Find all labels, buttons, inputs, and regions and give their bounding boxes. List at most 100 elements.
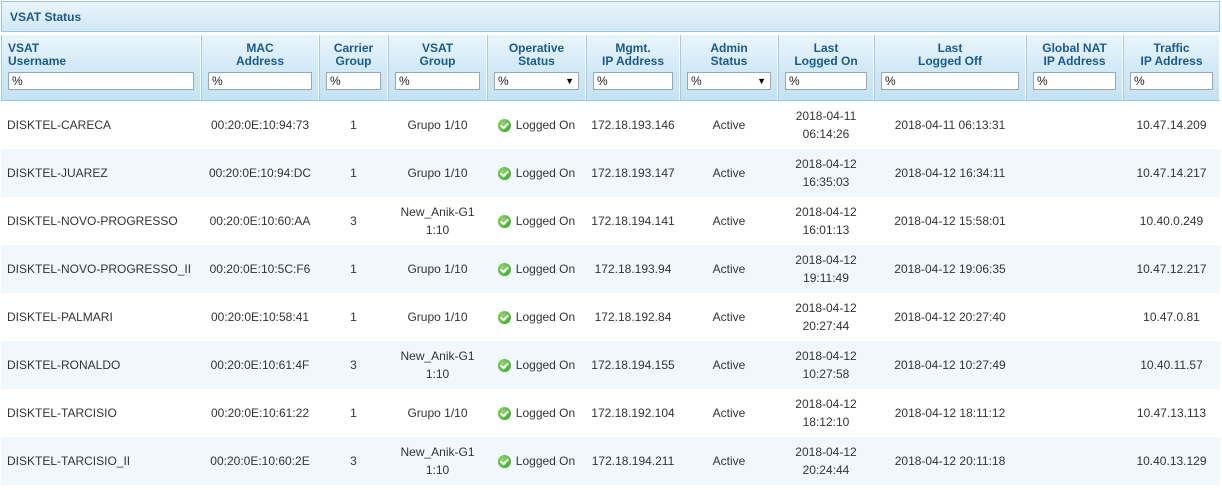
cell-text-mgmt: 172.18.192.84 (594, 310, 672, 324)
column-label-traffic: Traffic IP Address (1140, 41, 1203, 68)
panel-title: VSAT Status (1, 1, 1220, 32)
cell-text-mac: 00:20:0E:10:94:DC (208, 166, 312, 180)
table-row[interactable]: DISKTEL-TARCISIO 00:20:0E:10:61:22 1 Grupo … (1, 389, 1220, 437)
column-header-opstatus[interactable]: Operative Status% (487, 35, 586, 100)
check-circle-icon (497, 166, 511, 180)
filter-input-mgmt[interactable]: % (593, 72, 673, 90)
cell-laston: 2018-04-12 20:27:44 (778, 293, 874, 341)
operative-status-text: Logged On (515, 406, 576, 420)
cell-lastoff: 2018-04-12 16:34:11 (874, 149, 1026, 197)
cell-username: DISKTEL-PALMARI (1, 293, 207, 341)
cell-text-username: DISKTEL-JUAREZ (7, 166, 108, 180)
cell-vgroup: New_Anik-G1 1:10 (388, 197, 487, 245)
check-circle-icon (497, 310, 511, 324)
column-label-lastoff: Last Logged Off (918, 41, 982, 68)
cell-username: DISKTEL-NOVO-PROGRESSO_II (1, 245, 207, 293)
table-row[interactable]: DISKTEL-RONALDO 00:20:0E:10:61:4F 3 New_Ani… (1, 341, 1220, 389)
cell-text-carrier: 1 (350, 118, 357, 132)
filter-input-traffic[interactable]: % (1130, 72, 1213, 90)
column-label-carrier: Carrier Group (333, 41, 374, 68)
cell-text-username: DISKTEL-TARCISIO_II (7, 454, 131, 468)
table-row[interactable]: DISKTEL-NOVO-PROGRESSO_II 00:20:0E:10:5C:… (1, 245, 1220, 293)
column-header-lastoff[interactable]: Last Logged Off% (874, 35, 1026, 100)
filter-input-laston[interactable]: % (785, 72, 867, 90)
cell-text-username: DISKTEL-RONALDO (7, 358, 121, 372)
cell-mgmt: 172.18.193.94 (586, 245, 680, 293)
cell-nat (1026, 149, 1123, 197)
cell-text-mgmt: 172.18.193.94 (594, 262, 672, 276)
check-circle-icon (497, 214, 511, 228)
cell-carrier: 1 (319, 389, 388, 437)
cell-text-laston: 2018-04-11 06:14:26 (795, 109, 857, 141)
operative-status-text: Logged On (515, 358, 576, 372)
cell-vgroup: Grupo 1/10 (388, 149, 487, 197)
column-header-mgmt[interactable]: Mgmt. IP Address% (586, 35, 680, 100)
column-header-laston[interactable]: Last Logged On% (778, 35, 874, 100)
column-header-traffic[interactable]: Traffic IP Address% (1123, 35, 1220, 100)
cell-traffic: 10.40.11.57 (1123, 341, 1220, 389)
cell-traffic: 10.47.14.217 (1123, 149, 1220, 197)
column-label-mgmt: Mgmt. IP Address (601, 41, 665, 68)
column-header-mac[interactable]: MAC Address% (201, 35, 319, 100)
column-header-nat[interactable]: Global NAT IP Address% (1026, 35, 1123, 100)
column-header-username[interactable]: VSAT Username% (1, 35, 201, 100)
filter-select-opstatus[interactable]: % (494, 72, 579, 90)
column-header-carrier[interactable]: Carrier Group% (319, 35, 388, 100)
cell-text-mac: 00:20:0E:10:60:2E (210, 454, 310, 468)
cell-admin: Active (680, 293, 778, 341)
cell-admin: Active (680, 245, 778, 293)
check-circle-icon (497, 406, 511, 420)
filter-input-mac[interactable]: % (208, 72, 312, 90)
cell-text-mac: 00:20:0E:10:5C:F6 (209, 262, 311, 276)
column-header-admin[interactable]: Admin Status% (680, 35, 778, 100)
cell-mgmt: 172.18.193.147 (586, 149, 680, 197)
cell-vgroup: New_Anik-G1 1:10 (388, 341, 487, 389)
cell-mac: 00:20:0E:10:61:4F (201, 341, 319, 389)
cell-text-lastoff: 2018-04-12 19:06:35 (894, 262, 1006, 276)
column-label-vgroup: VSAT Group (419, 41, 456, 68)
filter-input-vgroup[interactable]: % (395, 72, 480, 90)
cell-mgmt: 172.18.193.146 (586, 101, 680, 149)
cell-text-admin: Active (712, 262, 746, 276)
cell-text-carrier: 3 (350, 358, 357, 372)
filter-input-carrier[interactable]: % (326, 72, 381, 90)
cell-username: DISKTEL-JUAREZ (1, 149, 207, 197)
cell-mgmt: 172.18.192.84 (586, 293, 680, 341)
cell-carrier: 3 (319, 197, 388, 245)
table-row[interactable]: DISKTEL-CARECA 00:20:0E:10:94:73 1 Grupo 1/… (1, 101, 1220, 149)
filter-input-lastoff[interactable]: % (881, 72, 1019, 90)
cell-text-laston: 2018-04-12 16:01:13 (795, 205, 857, 237)
cell-lastoff: 2018-04-12 10:27:49 (874, 341, 1026, 389)
cell-opstatus: Logged On (487, 197, 586, 245)
cell-mac: 00:20:0E:10:94:73 (201, 101, 319, 149)
filter-select-admin[interactable]: % (687, 72, 771, 90)
cell-mac: 00:20:0E:10:58:41 (201, 293, 319, 341)
cell-username: DISKTEL-TARCISIO_II (1, 437, 207, 485)
cell-traffic: 10.47.0.81 (1123, 293, 1220, 341)
cell-text-carrier: 1 (350, 310, 357, 324)
cell-text-vgroup: New_Anik-G1 1:10 (400, 205, 475, 237)
cell-text-username: DISKTEL-NOVO-PROGRESSO_II (7, 262, 192, 276)
cell-admin: Active (680, 101, 778, 149)
column-header-vgroup[interactable]: VSAT Group% (388, 35, 487, 100)
cell-opstatus: Logged On (487, 149, 586, 197)
cell-admin: Active (680, 197, 778, 245)
cell-text-carrier: 3 (350, 454, 357, 468)
column-label-nat: Global NAT IP Address (1042, 41, 1107, 68)
cell-text-mgmt: 172.18.192.104 (591, 406, 675, 420)
cell-text-username: DISKTEL-CARECA (7, 118, 112, 132)
cell-carrier: 1 (319, 245, 388, 293)
filter-input-nat[interactable]: % (1033, 72, 1116, 90)
table-row[interactable]: DISKTEL-NOVO-PROGRESSO 00:20:0E:10:60:AA 3… (1, 197, 1220, 245)
cell-laston: 2018-04-12 16:01:13 (778, 197, 874, 245)
table-row[interactable]: DISKTEL-PALMARI 00:20:0E:10:58:41 1 Grupo 1… (1, 293, 1220, 341)
cell-text-vgroup: New_Anik-G1 1:10 (400, 445, 475, 477)
cell-text-lastoff: 2018-04-12 18:11:12 (894, 406, 1006, 420)
cell-text-carrier: 1 (350, 406, 357, 420)
table-row[interactable]: DISKTEL-JUAREZ 00:20:0E:10:94:DC 1 Grupo 1/… (1, 149, 1220, 197)
column-label-username: VSAT Username (8, 41, 67, 68)
table-row[interactable]: DISKTEL-TARCISIO_II 00:20:0E:10:60:2E 3 New… (1, 437, 1220, 485)
filter-input-username[interactable]: % (8, 72, 194, 90)
cell-lastoff: 2018-04-12 20:27:40 (874, 293, 1026, 341)
cell-mac: 00:20:0E:10:60:2E (201, 437, 319, 485)
